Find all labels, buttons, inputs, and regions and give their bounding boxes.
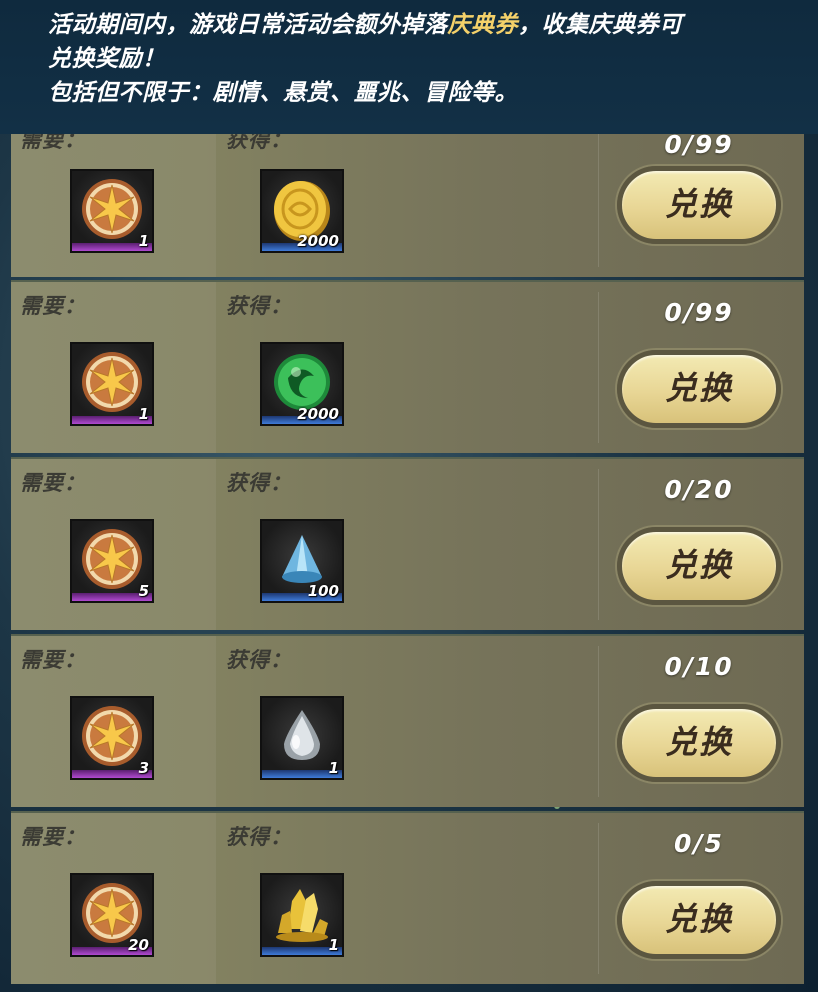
get-label: 获得： xyxy=(226,294,292,318)
exchange-row: 需要： 获得： 1 2000 0/99 兑换 xyxy=(11,114,804,277)
exchange-count: 0/99 xyxy=(664,298,734,327)
star-medal-icon xyxy=(82,706,142,766)
star-medal-icon xyxy=(82,352,142,412)
exchange-button[interactable]: 兑换 xyxy=(617,166,781,244)
get-label: 获得： xyxy=(226,825,292,849)
exchange-button[interactable]: 兑换 xyxy=(617,527,781,605)
cost-item-slot[interactable]: 1 xyxy=(70,169,154,253)
exchange-count: 0/5 xyxy=(674,829,724,858)
need-label: 需要： xyxy=(20,825,86,849)
gold-crystal-icon xyxy=(276,889,328,942)
exchange-row: 需要： 获得： 5 100 0/20 兑换 xyxy=(11,457,804,630)
cost-item-slot[interactable]: 5 xyxy=(70,519,154,603)
exchange-row: 需要： 获得： 3 1 0/10 兑换 xyxy=(11,634,804,807)
reward-item-slot[interactable]: 1 xyxy=(260,873,344,957)
reward-item-slot[interactable]: 2000 xyxy=(260,169,344,253)
cost-quantity: 1 xyxy=(138,405,149,423)
exchange-button[interactable]: 兑换 xyxy=(617,881,781,959)
reward-quantity: 1 xyxy=(328,759,339,777)
star-medal-icon xyxy=(82,529,142,589)
reward-quantity: 2000 xyxy=(297,405,339,423)
cost-item-slot[interactable]: 1 xyxy=(70,342,154,426)
description-line-3: 包括但不限于：剧情、悬赏、噩兆、冒险等。 xyxy=(48,80,518,106)
exchange-count: 0/20 xyxy=(664,475,734,504)
description-line-1: 活动期间内，游戏日常活动会额外掉落庆典券，收集庆典券可 xyxy=(48,12,683,38)
reward-quantity: 2000 xyxy=(297,232,339,250)
exchange-list[interactable]: 需要： 获得： 1 2000 0/99 兑换 需要： 获得： 1 2000 0/… xyxy=(0,0,818,992)
get-label: 获得： xyxy=(226,648,292,672)
exchange-count: 0/10 xyxy=(664,652,734,681)
star-medal-icon xyxy=(82,179,142,239)
ticket-highlight: 庆典券 xyxy=(447,12,518,38)
reward-item-slot[interactable]: 100 xyxy=(260,519,344,603)
cost-quantity: 3 xyxy=(138,759,149,777)
exchange-button[interactable]: 兑换 xyxy=(617,350,781,428)
exchange-row: 需要： 获得： 1 2000 0/99 兑换 xyxy=(11,280,804,453)
reward-item-slot[interactable]: 1 xyxy=(260,696,344,780)
reward-item-slot[interactable]: 2000 xyxy=(260,342,344,426)
silver-drop-icon xyxy=(284,710,320,760)
reward-quantity: 1 xyxy=(328,936,339,954)
need-label: 需要： xyxy=(20,648,86,672)
event-description: 活动期间内，游戏日常活动会额外掉落庆典券，收集庆典券可 兑换奖励！ 包括但不限于… xyxy=(0,0,818,134)
exchange-button[interactable]: 兑换 xyxy=(617,704,781,782)
get-label: 获得： xyxy=(226,471,292,495)
cost-item-slot[interactable]: 3 xyxy=(70,696,154,780)
cost-item-slot[interactable]: 20 xyxy=(70,873,154,957)
need-label: 需要： xyxy=(20,294,86,318)
reward-quantity: 100 xyxy=(307,582,339,600)
exchange-row: 需要： 获得： 20 1 0/5 兑换 xyxy=(11,811,804,984)
cost-quantity: 1 xyxy=(138,232,149,250)
exchange-count: 0/99 xyxy=(664,130,734,159)
cost-quantity: 20 xyxy=(128,936,149,954)
need-label: 需要： xyxy=(20,471,86,495)
description-line-2: 兑换奖励！ xyxy=(48,46,166,72)
cost-quantity: 5 xyxy=(138,582,149,600)
